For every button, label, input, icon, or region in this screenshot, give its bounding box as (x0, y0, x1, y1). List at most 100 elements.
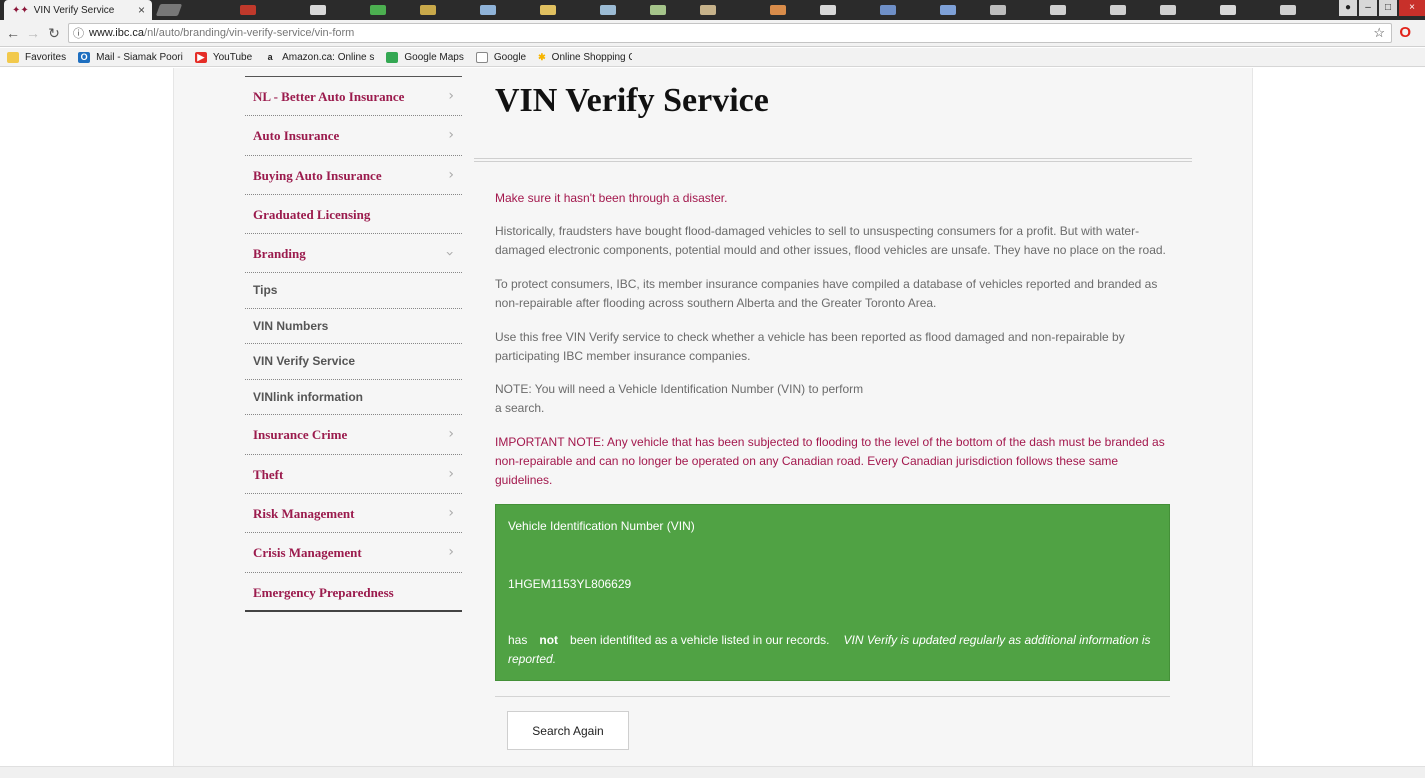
taskbar-app-icon[interactable] (1050, 5, 1066, 15)
vin-result-box: Vehicle Identification Number (VIN) 1HGE… (495, 504, 1170, 681)
note-text: NOTE: You will need a Vehicle Identifica… (495, 380, 1170, 418)
address-bar[interactable]: ⓘ www.ibc.ca/nl/auto/branding/vin-verify… (68, 23, 1392, 43)
taskbar-app-icon[interactable] (700, 5, 716, 15)
folder-icon (7, 51, 19, 63)
sidebar-subitem-vin-numbers[interactable]: VIN Numbers (245, 309, 462, 345)
taskbar-app-icon[interactable] (1220, 5, 1236, 15)
taskbar-app-icon[interactable] (940, 5, 956, 15)
taskbar-app-icon[interactable] (240, 5, 256, 15)
bookmark-star-icon[interactable]: ☆ (1373, 24, 1385, 42)
note-line-1: NOTE: You will need a Vehicle Identifica… (495, 382, 864, 396)
sidebar-item-risk-management[interactable]: Risk Management › (245, 494, 462, 534)
site-info-icon[interactable]: ⓘ (73, 25, 84, 43)
bookmark-label: Amazon.ca: Online s (282, 51, 375, 63)
sidebar-subitem-vinlink-information[interactable]: VINlink information (245, 380, 462, 416)
taskbar-app-icon[interactable] (880, 5, 896, 15)
chevron-right-icon: › (448, 465, 454, 482)
taskbar-app-icon[interactable] (1280, 5, 1296, 15)
url-host: www.ibc.ca (89, 27, 145, 39)
msg-has: has (508, 633, 528, 647)
sidebar-item-nl-better-auto-insurance[interactable]: NL - Better Auto Insurance › (245, 77, 462, 117)
bookmark-youtube[interactable]: ▶ YouTube (194, 51, 252, 63)
bookmark-google[interactable]: Google (475, 51, 526, 63)
sidebar-item-graduated-licensing[interactable]: Graduated Licensing (245, 195, 462, 235)
page-icon (475, 51, 488, 63)
important-note: IMPORTANT NOTE: Any vehicle that has bee… (495, 435, 1165, 487)
taskbar-app-icon[interactable] (650, 5, 666, 15)
minimize-icon[interactable]: – (1359, 0, 1377, 16)
intro-text: Make sure it hasn't been through a disas… (495, 191, 728, 205)
sidebar-item-crisis-management[interactable]: Crisis Management › (245, 533, 462, 573)
vin-result-message: has not been identifited as a vehicle list… (508, 631, 1158, 669)
sidebar-item-label: Graduated Licensing (253, 206, 371, 222)
chevron-right-icon: › (448, 544, 454, 561)
bookmarks-bar: Favorites O Mail - Siamak Poori ▶ YouTub… (0, 48, 1425, 67)
bookmark-label: Favorites (25, 51, 67, 63)
paragraph-history: Historically, fraudsters have bought flo… (495, 224, 1166, 257)
forward-arrow-icon[interactable]: → (24, 25, 42, 41)
outlook-icon: O (78, 51, 91, 63)
msg-rest: been identifited as a vehicle listed in … (570, 633, 830, 647)
sidebar-item-buying-auto-insurance[interactable]: Buying Auto Insurance › (245, 156, 462, 195)
msg-not: not (539, 633, 559, 647)
maximize-icon[interactable]: □ (1379, 0, 1397, 16)
chevron-right-icon: › (448, 88, 454, 104)
bookmark-label: Mail - Siamak Poori (96, 51, 183, 63)
tab-close-icon[interactable]: × (138, 3, 145, 17)
sidebar-item-label: Insurance Crime (253, 427, 348, 443)
sidebar-item-label: Auto Insurance (253, 128, 340, 144)
browser-toolbar: ← → ↻ ⓘ www.ibc.ca/nl/auto/branding/vin-… (0, 20, 1425, 47)
result-divider (495, 696, 1170, 697)
paragraph-service: Use this free VIN Verify service to chec… (495, 330, 1125, 363)
sidebar-nav: NL - Better Auto Insurance › Auto Insura… (245, 76, 462, 612)
taskbar-app-icon[interactable] (1110, 5, 1126, 15)
sidebar-item-branding[interactable]: Branding › (245, 234, 462, 274)
search-again-button[interactable]: Search Again (507, 711, 629, 750)
taskbar-app-icon[interactable] (770, 5, 786, 15)
taskbar-app-icon[interactable] (990, 5, 1006, 15)
bookmark-favorites[interactable]: Favorites (7, 51, 67, 63)
sidebar-item-label: Branding (253, 246, 306, 262)
vin-value: 1HGEM1153YL806629 (508, 577, 632, 591)
walmart-icon: ✱ (538, 51, 546, 62)
taskbar-app-icon[interactable] (420, 5, 436, 15)
sidebar-item-auto-insurance[interactable]: Auto Insurance › (245, 116, 462, 156)
chevron-right-icon: › (448, 505, 454, 522)
taskbar-app-icon[interactable] (310, 5, 326, 15)
taskbar-app-icon[interactable] (370, 5, 386, 15)
sidebar-item-label: Emergency Preparedness (253, 584, 394, 600)
url-path: /nl/auto/branding/vin-verify-service/vin… (144, 27, 355, 39)
sidebar-item-label: Risk Management (253, 506, 355, 522)
taskbar-app-icon[interactable] (480, 5, 496, 15)
chevron-right-icon: › (448, 426, 454, 443)
page-title: VIN Verify Service (495, 82, 769, 119)
note-line-2: a search. (495, 401, 545, 415)
user-icon[interactable]: ● (1339, 0, 1357, 16)
sidebar-item-theft[interactable]: Theft › (245, 455, 462, 495)
bookmark-google-maps[interactable]: Google Maps (386, 51, 464, 63)
sidebar-item-emergency-preparedness[interactable]: Emergency Preparedness (245, 573, 462, 612)
taskbar-app-icon[interactable] (820, 5, 836, 15)
bookmark-label: Google Maps (404, 51, 464, 63)
bookmark-amazon[interactable]: a Amazon.ca: Online s (264, 51, 375, 63)
sidebar-item-label: Theft (253, 466, 284, 482)
bookmark-online-shopping[interactable]: ✱ Online Shopping Ca (538, 52, 632, 63)
taskbar-app-icon[interactable] (600, 5, 616, 15)
amazon-icon: a (267, 51, 273, 62)
taskbar-app-icon[interactable] (1160, 5, 1176, 15)
sidebar-item-insurance-crime[interactable]: Insurance Crime › (245, 415, 462, 455)
window-controls: ● – □ × (1337, 0, 1425, 18)
back-arrow-icon[interactable]: ← (4, 25, 22, 41)
youtube-icon: ▶ (194, 51, 207, 63)
sidebar-item-label: Crisis Management (253, 545, 362, 561)
new-tab-button[interactable] (155, 4, 183, 16)
reload-icon[interactable]: ↻ (45, 25, 63, 42)
sidebar-subitem-tips[interactable]: Tips (245, 273, 462, 309)
horizontal-scrollbar[interactable] (0, 766, 1425, 778)
opera-icon[interactable]: O (1399, 24, 1411, 41)
sidebar-subitem-vin-verify-service[interactable]: VIN Verify Service (245, 344, 462, 380)
browser-tab-active[interactable]: ✦✦ VIN Verify Service × (4, 0, 152, 20)
window-close-icon[interactable]: × (1399, 0, 1425, 16)
taskbar-app-icon[interactable] (540, 5, 556, 15)
bookmark-mail[interactable]: O Mail - Siamak Poori (78, 51, 183, 63)
